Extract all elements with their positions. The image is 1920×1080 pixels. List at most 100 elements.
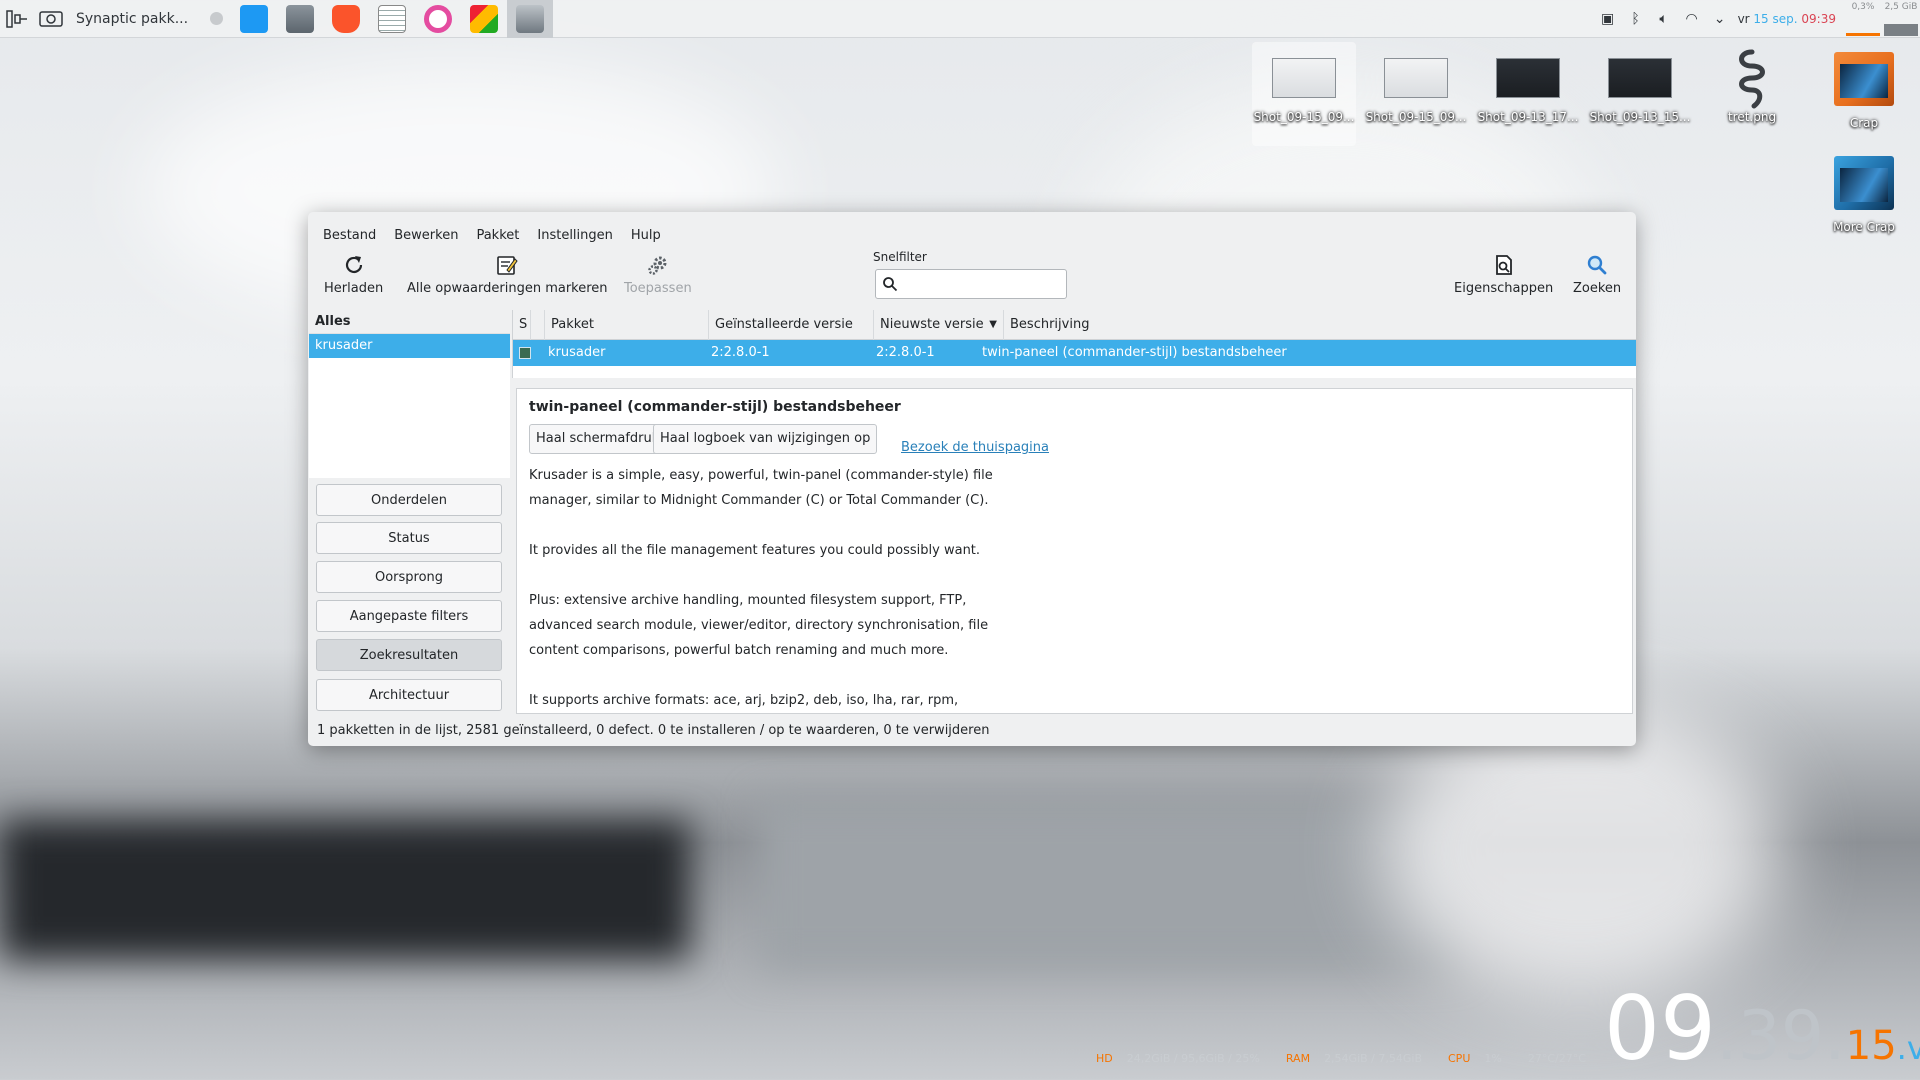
clock-separator: .	[1824, 997, 1846, 1076]
left-pane: Alles krusader Onderdelen Status Oorspro…	[308, 310, 510, 714]
column-support[interactable]	[531, 310, 545, 340]
menu-bewerken[interactable]: Bewerken	[385, 228, 467, 243]
panel-clock[interactable]: vr 15 sep. 09:39	[1738, 12, 1836, 26]
image-thumbnail-icon	[1272, 58, 1336, 98]
cell-installed-version: 2:2.8.0-1	[711, 345, 770, 360]
screenshot-button[interactable]	[34, 2, 68, 36]
menu-instellingen[interactable]: Instellingen	[528, 228, 622, 243]
filter-item-krusader[interactable]: krusader	[309, 334, 510, 358]
column-package[interactable]: Pakket	[545, 310, 709, 340]
camera-icon	[39, 10, 63, 27]
desktop-file-shot-2[interactable]: Shot_09-15_09...	[1364, 42, 1468, 146]
snake-icon	[1739, 49, 1765, 109]
description-line: content comparisons, powerful batch rena…	[529, 643, 949, 658]
desktop-folder-more-crap[interactable]: More Crap	[1812, 146, 1916, 250]
category-button-aangepaste-filters[interactable]: Aangepaste filters	[316, 600, 502, 632]
volume-icon[interactable]: 🔈︎	[1650, 0, 1678, 38]
quickfilter-label: Snelfilter	[873, 250, 927, 264]
category-button-onderdelen[interactable]: Onderdelen	[316, 484, 502, 516]
desktop-file-shot-3[interactable]: Shot_09-13_17...	[1476, 42, 1580, 146]
clock-day: vr	[1737, 12, 1754, 26]
table-header: S Pakket Geïnstalleerde versie Nieuwste …	[513, 310, 1636, 340]
launcher-synaptic[interactable]	[507, 0, 554, 38]
apply-label: Toepassen	[624, 281, 692, 296]
package-table: S Pakket Geïnstalleerde versie Nieuwste …	[512, 310, 1636, 378]
colorful-app-icon	[470, 4, 499, 33]
clock-day: vr	[1906, 1029, 1920, 1067]
category-button-status[interactable]: Status	[316, 522, 502, 554]
memory-mini-meter: 2,5 GiB	[1882, 0, 1920, 38]
search-icon	[1587, 255, 1607, 275]
filter-list: Alles krusader	[309, 310, 510, 478]
reload-button[interactable]: Herladen	[324, 251, 383, 309]
mark-all-upgrades-button[interactable]: Alle opwaarderingen markeren	[407, 251, 608, 309]
description-line: Plus: extensive archive handling, mounte…	[529, 593, 967, 608]
synaptic-icon	[516, 4, 545, 33]
image-thumbnail-icon	[1496, 58, 1560, 98]
folder-icon	[1834, 156, 1894, 210]
menu-bestand[interactable]: Bestand	[314, 228, 385, 243]
desktop-file-tret[interactable]: tret.png	[1700, 42, 1804, 146]
sort-descending-icon: ▼	[989, 319, 997, 330]
search-button[interactable]: Zoeken	[1573, 251, 1621, 309]
description-line: It supports archive formats: ace, arj, b…	[529, 693, 959, 708]
filter-list-header[interactable]: Alles	[309, 310, 510, 334]
gears-icon	[648, 256, 667, 275]
installed-status-icon[interactable]	[519, 347, 531, 359]
top-panel: Synaptic pakk... ▣ ᛒ 🔈︎ ◠ ⌄ vr 15 sep. 0…	[0, 0, 1920, 38]
clock-minutes: 39	[1737, 997, 1825, 1076]
search-icon	[883, 277, 898, 292]
cpu-meter-value: 0,3%	[1851, 2, 1875, 12]
desktop-label: Shot_09-13_15...	[1589, 110, 1691, 124]
column-status[interactable]: S	[513, 310, 531, 340]
task-synaptic[interactable]: Synaptic pakk...	[76, 11, 188, 27]
quickfilter-field[interactable]	[875, 269, 1067, 299]
bluetooth-icon[interactable]: ᛒ	[1622, 0, 1650, 38]
desktop-file-shot-4[interactable]: Shot_09-13_15...	[1588, 42, 1692, 146]
brave-icon	[332, 4, 361, 33]
launcher-text-editor[interactable]	[369, 0, 415, 38]
launcher-brave[interactable]	[323, 0, 369, 38]
table-row[interactable]: krusader 2:2.8.0-1 2:2.8.0-1 twin-paneel…	[513, 340, 1636, 366]
clipboard-icon[interactable]: ▣	[1594, 0, 1622, 38]
launcher-app-colorful[interactable]	[461, 0, 507, 38]
toolbar: Herladen Alle opwaarderingen markeren To…	[308, 247, 1636, 311]
column-description[interactable]: Beschrijving	[1004, 310, 1636, 340]
desktop-clock-widget: 09.39.15.vr	[1604, 985, 1920, 1073]
launcher-discover[interactable]	[231, 0, 277, 38]
cell-package: krusader	[548, 345, 606, 360]
homepage-link[interactable]: Bezoek de thuispagina	[901, 440, 1049, 455]
column-installed-version[interactable]: Geïnstalleerde versie	[709, 310, 874, 340]
description-line	[529, 563, 1289, 588]
details-title: twin-paneel (commander-stijl) bestandsbe…	[529, 399, 901, 415]
desktop-folder-crap[interactable]: Crap	[1812, 42, 1916, 146]
menu-hulp[interactable]: Hulp	[622, 228, 670, 243]
category-button-zoekresultaten[interactable]: Zoekresultaten	[316, 639, 502, 671]
menu-pakket[interactable]: Pakket	[467, 228, 528, 243]
temperature-value: 27°C/27°C	[1527, 1052, 1586, 1065]
ram-label: RAM	[1285, 1052, 1311, 1065]
clock-separator: .	[1715, 997, 1738, 1076]
image-thumbnail-icon	[1384, 58, 1448, 98]
network-icon[interactable]: ◠	[1678, 0, 1706, 38]
description-line: Krusader is a simple, easy, powerful, tw…	[529, 468, 993, 483]
quickfilter-input[interactable]	[904, 276, 1054, 292]
launcher-app-pink[interactable]	[415, 0, 461, 38]
get-changelog-button[interactable]: Haal logboek van wijzigingen op	[653, 424, 878, 454]
clock-hours: 09	[1604, 977, 1716, 1080]
application-launcher-button[interactable]	[0, 2, 34, 36]
mark-upgrades-icon	[497, 256, 518, 275]
properties-button[interactable]: Eigenschappen	[1454, 251, 1553, 309]
category-button-architectuur[interactable]: Architectuur	[316, 679, 502, 711]
statusbar: 1 pakketten in de lijst, 2581 geïnstalle…	[317, 723, 990, 738]
column-latest-version[interactable]: Nieuwste versie ▼	[874, 310, 1004, 340]
category-button-oorsprong[interactable]: Oorsprong	[316, 561, 502, 593]
hd-label: HD	[1096, 1052, 1113, 1065]
discover-icon	[240, 4, 269, 33]
desktop-label: More Crap	[1833, 220, 1895, 234]
chevron-down-icon[interactable]: ⌄	[1706, 0, 1734, 38]
launcher-file-manager[interactable]	[277, 0, 323, 38]
description-line	[529, 663, 1289, 688]
desktop-file-shot-1[interactable]: Shot_09-15_09...	[1252, 42, 1356, 146]
apply-button[interactable]: Toepassen	[624, 251, 692, 309]
